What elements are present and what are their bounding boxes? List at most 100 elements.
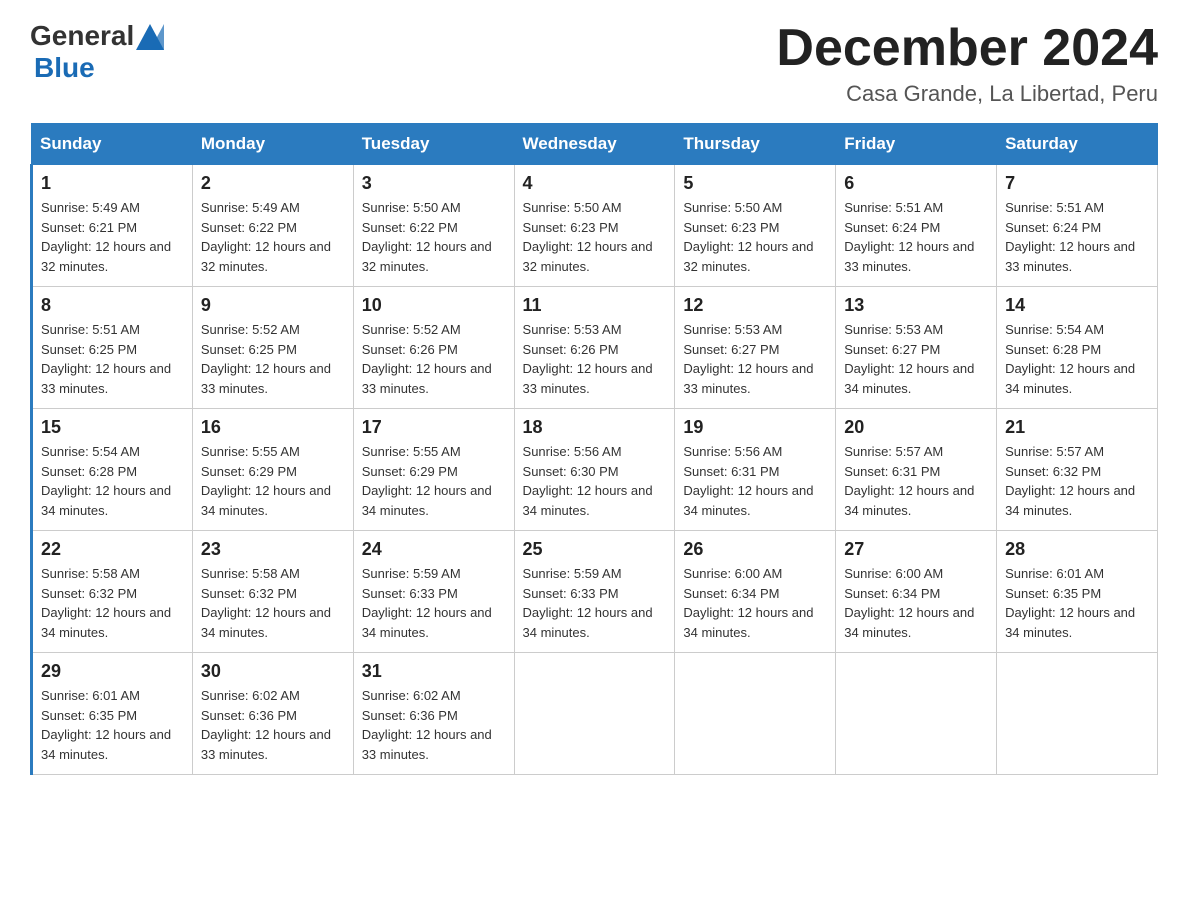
- weekday-header-monday: Monday: [192, 124, 353, 165]
- day-number: 25: [523, 539, 667, 560]
- calendar-cell: 5 Sunrise: 5:50 AMSunset: 6:23 PMDaylight…: [675, 165, 836, 287]
- calendar-cell: 10Sunrise: 5:52 AMSunset: 6:26 PMDayligh…: [353, 287, 514, 409]
- calendar-cell: 12 Sunrise: 5:53 AMSunset: 6:27 PMDayligh…: [675, 287, 836, 409]
- calendar-cell: 19 Sunrise: 5:56 AMSunset: 6:31 PMDayligh…: [675, 409, 836, 531]
- day-info: Sunrise: 5:53 AMSunset: 6:26 PMDaylight:…: [523, 320, 667, 398]
- calendar-cell: 4Sunrise: 5:50 AMSunset: 6:23 PMDaylight…: [514, 165, 675, 287]
- logo-blue-text: Blue: [34, 52, 95, 84]
- day-number: 16: [201, 417, 345, 438]
- logo-triangle-icon: [136, 24, 164, 50]
- day-number: 30: [201, 661, 345, 682]
- weekday-header-sunday: Sunday: [32, 124, 193, 165]
- day-number: 19: [683, 417, 827, 438]
- calendar-cell: 16Sunrise: 5:55 AMSunset: 6:29 PMDayligh…: [192, 409, 353, 531]
- logo: General Blue: [30, 20, 164, 84]
- day-number: 23: [201, 539, 345, 560]
- calendar-cell: 28 Sunrise: 6:01 AMSunset: 6:35 PMDayligh…: [997, 531, 1158, 653]
- calendar-cell: 11 Sunrise: 5:53 AMSunset: 6:26 PMDayligh…: [514, 287, 675, 409]
- day-number: 24: [362, 539, 506, 560]
- header-row: SundayMondayTuesdayWednesdayThursdayFrid…: [32, 124, 1158, 165]
- day-number: 12: [683, 295, 827, 316]
- day-number: 14: [1005, 295, 1149, 316]
- day-number: 8: [41, 295, 184, 316]
- calendar-title: December 2024: [776, 20, 1158, 77]
- day-info: Sunrise: 5:58 AMSunset: 6:32 PMDaylight:…: [41, 564, 184, 642]
- day-number: 9: [201, 295, 345, 316]
- day-info: Sunrise: 6:00 AMSunset: 6:34 PMDaylight:…: [683, 564, 827, 642]
- page-header: General Blue December 2024 Casa Grande, …: [30, 20, 1158, 107]
- day-info: Sunrise: 5:56 AMSunset: 6:30 PMDaylight:…: [523, 442, 667, 520]
- calendar-table: SundayMondayTuesdayWednesdayThursdayFrid…: [30, 123, 1158, 775]
- day-number: 17: [362, 417, 506, 438]
- calendar-week-2: 8Sunrise: 5:51 AMSunset: 6:25 PMDaylight…: [32, 287, 1158, 409]
- day-number: 29: [41, 661, 184, 682]
- day-number: 20: [844, 417, 988, 438]
- calendar-cell: 3Sunrise: 5:50 AMSunset: 6:22 PMDaylight…: [353, 165, 514, 287]
- day-info: Sunrise: 6:01 AMSunset: 6:35 PMDaylight:…: [1005, 564, 1149, 642]
- day-info: Sunrise: 5:59 AMSunset: 6:33 PMDaylight:…: [523, 564, 667, 642]
- weekday-header-thursday: Thursday: [675, 124, 836, 165]
- calendar-cell: [675, 653, 836, 775]
- day-number: 15: [41, 417, 184, 438]
- day-info: Sunrise: 5:50 AMSunset: 6:23 PMDaylight:…: [523, 198, 667, 276]
- day-number: 11: [523, 295, 667, 316]
- day-number: 31: [362, 661, 506, 682]
- day-info: Sunrise: 5:49 AMSunset: 6:21 PMDaylight:…: [41, 198, 184, 276]
- calendar-cell: 13 Sunrise: 5:53 AMSunset: 6:27 PMDayligh…: [836, 287, 997, 409]
- day-info: Sunrise: 5:50 AMSunset: 6:23 PMDaylight:…: [683, 198, 827, 276]
- day-info: Sunrise: 5:57 AMSunset: 6:31 PMDaylight:…: [844, 442, 988, 520]
- calendar-body: 1 Sunrise: 5:49 AMSunset: 6:21 PMDaylight…: [32, 165, 1158, 775]
- calendar-cell: 18Sunrise: 5:56 AMSunset: 6:30 PMDayligh…: [514, 409, 675, 531]
- day-info: Sunrise: 5:56 AMSunset: 6:31 PMDaylight:…: [683, 442, 827, 520]
- weekday-header-saturday: Saturday: [997, 124, 1158, 165]
- day-info: Sunrise: 5:52 AMSunset: 6:25 PMDaylight:…: [201, 320, 345, 398]
- day-number: 7: [1005, 173, 1149, 194]
- calendar-cell: 24 Sunrise: 5:59 AMSunset: 6:33 PMDayligh…: [353, 531, 514, 653]
- day-number: 28: [1005, 539, 1149, 560]
- calendar-cell: [836, 653, 997, 775]
- calendar-cell: 7 Sunrise: 5:51 AMSunset: 6:24 PMDaylight…: [997, 165, 1158, 287]
- calendar-week-4: 22 Sunrise: 5:58 AMSunset: 6:32 PMDayligh…: [32, 531, 1158, 653]
- weekday-header-friday: Friday: [836, 124, 997, 165]
- day-info: Sunrise: 6:02 AMSunset: 6:36 PMDaylight:…: [201, 686, 345, 764]
- calendar-cell: 6 Sunrise: 5:51 AMSunset: 6:24 PMDaylight…: [836, 165, 997, 287]
- day-info: Sunrise: 6:00 AMSunset: 6:34 PMDaylight:…: [844, 564, 988, 642]
- day-number: 6: [844, 173, 988, 194]
- day-info: Sunrise: 5:50 AMSunset: 6:22 PMDaylight:…: [362, 198, 506, 276]
- calendar-cell: 27 Sunrise: 6:00 AMSunset: 6:34 PMDayligh…: [836, 531, 997, 653]
- calendar-cell: 9 Sunrise: 5:52 AMSunset: 6:25 PMDaylight…: [192, 287, 353, 409]
- day-info: Sunrise: 5:51 AMSunset: 6:24 PMDaylight:…: [844, 198, 988, 276]
- day-number: 5: [683, 173, 827, 194]
- calendar-header: SundayMondayTuesdayWednesdayThursdayFrid…: [32, 124, 1158, 165]
- day-info: Sunrise: 5:52 AMSunset: 6:26 PMDaylight:…: [362, 320, 506, 398]
- calendar-cell: 22 Sunrise: 5:58 AMSunset: 6:32 PMDayligh…: [32, 531, 193, 653]
- day-info: Sunrise: 5:53 AMSunset: 6:27 PMDaylight:…: [683, 320, 827, 398]
- day-info: Sunrise: 5:59 AMSunset: 6:33 PMDaylight:…: [362, 564, 506, 642]
- day-info: Sunrise: 5:55 AMSunset: 6:29 PMDaylight:…: [362, 442, 506, 520]
- day-number: 22: [41, 539, 184, 560]
- day-number: 1: [41, 173, 184, 194]
- calendar-cell: 15Sunrise: 5:54 AMSunset: 6:28 PMDayligh…: [32, 409, 193, 531]
- calendar-cell: 29 Sunrise: 6:01 AMSunset: 6:35 PMDayligh…: [32, 653, 193, 775]
- day-info: Sunrise: 5:51 AMSunset: 6:24 PMDaylight:…: [1005, 198, 1149, 276]
- calendar-subtitle: Casa Grande, La Libertad, Peru: [776, 81, 1158, 107]
- weekday-header-wednesday: Wednesday: [514, 124, 675, 165]
- calendar-cell: 21 Sunrise: 5:57 AMSunset: 6:32 PMDayligh…: [997, 409, 1158, 531]
- day-number: 21: [1005, 417, 1149, 438]
- calendar-week-3: 15Sunrise: 5:54 AMSunset: 6:28 PMDayligh…: [32, 409, 1158, 531]
- calendar-cell: 26 Sunrise: 6:00 AMSunset: 6:34 PMDayligh…: [675, 531, 836, 653]
- day-info: Sunrise: 5:53 AMSunset: 6:27 PMDaylight:…: [844, 320, 988, 398]
- calendar-cell: 2Sunrise: 5:49 AMSunset: 6:22 PMDaylight…: [192, 165, 353, 287]
- day-number: 13: [844, 295, 988, 316]
- day-number: 27: [844, 539, 988, 560]
- calendar-week-1: 1 Sunrise: 5:49 AMSunset: 6:21 PMDaylight…: [32, 165, 1158, 287]
- day-info: Sunrise: 6:01 AMSunset: 6:35 PMDaylight:…: [41, 686, 184, 764]
- calendar-cell: 20 Sunrise: 5:57 AMSunset: 6:31 PMDayligh…: [836, 409, 997, 531]
- day-info: Sunrise: 5:49 AMSunset: 6:22 PMDaylight:…: [201, 198, 345, 276]
- calendar-cell: 31Sunrise: 6:02 AMSunset: 6:36 PMDayligh…: [353, 653, 514, 775]
- title-block: December 2024 Casa Grande, La Libertad, …: [776, 20, 1158, 107]
- day-number: 26: [683, 539, 827, 560]
- calendar-cell: [514, 653, 675, 775]
- day-info: Sunrise: 5:57 AMSunset: 6:32 PMDaylight:…: [1005, 442, 1149, 520]
- calendar-cell: 17 Sunrise: 5:55 AMSunset: 6:29 PMDayligh…: [353, 409, 514, 531]
